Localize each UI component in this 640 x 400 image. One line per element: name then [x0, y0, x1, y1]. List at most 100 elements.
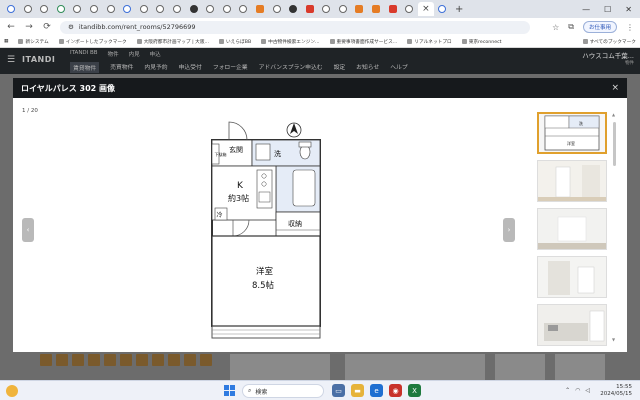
- edge-browser-icon[interactable]: e: [370, 384, 383, 397]
- system-tray: ⌃ ◠ ◁: [565, 387, 590, 394]
- forward-arrow-icon[interactable]: →: [24, 22, 34, 32]
- bookmark-item[interactable]: 中古物件検索エンジン...: [261, 39, 320, 45]
- task-view-icon[interactable]: ▭: [332, 384, 345, 397]
- browser-tab[interactable]: [235, 2, 251, 16]
- top-menu-item[interactable]: 申込: [150, 50, 161, 58]
- browser-tab[interactable]: [434, 2, 450, 16]
- browser-tab[interactable]: [385, 2, 401, 16]
- back-arrow-icon[interactable]: ←: [6, 22, 16, 32]
- browser-tab[interactable]: [136, 2, 152, 16]
- apps-grid-icon[interactable]: ▦: [4, 39, 8, 44]
- thumbnail-photo[interactable]: [537, 256, 607, 298]
- browser-tab[interactable]: [219, 2, 235, 16]
- hamburger-icon[interactable]: ☰: [7, 55, 15, 65]
- thumbnail-photo[interactable]: [537, 160, 607, 202]
- start-button[interactable]: [224, 385, 235, 396]
- browser-tab[interactable]: [20, 2, 36, 16]
- browser-tab[interactable]: [368, 2, 384, 16]
- bookmark-item[interactable]: 重要事項書面作成サービス...: [329, 39, 397, 45]
- bookmark-star-icon[interactable]: ☆: [552, 23, 559, 32]
- nav-item[interactable]: 売買物件: [110, 62, 133, 73]
- browser-tab[interactable]: [186, 2, 202, 16]
- browser-tab[interactable]: [335, 2, 351, 16]
- nav-item[interactable]: 申込受付: [179, 62, 202, 73]
- next-image-button[interactable]: ›: [503, 218, 515, 242]
- browser-tab[interactable]: [53, 2, 69, 16]
- top-menu-item[interactable]: 内見: [129, 50, 140, 58]
- browser-tab[interactable]: [252, 2, 268, 16]
- browser-tab[interactable]: [152, 2, 168, 16]
- bookmark-item[interactable]: 東京reconnect: [461, 39, 502, 45]
- close-window-icon[interactable]: ✕: [625, 5, 632, 14]
- browser-tab[interactable]: [86, 2, 102, 16]
- taskbar-search[interactable]: ⌕ 検索: [242, 384, 324, 398]
- file-explorer-icon[interactable]: ▬: [351, 384, 364, 397]
- menu-dots-icon[interactable]: ⋮: [626, 23, 634, 32]
- volume-icon[interactable]: ◁: [585, 387, 590, 394]
- excel-icon[interactable]: X: [408, 384, 421, 397]
- reload-icon[interactable]: ⟳: [42, 22, 52, 32]
- modal-title: ロイヤルパレス 302 画像: [21, 83, 116, 93]
- browser-tab[interactable]: [285, 2, 301, 16]
- nav-item[interactable]: お知らせ: [356, 62, 379, 73]
- thumbnail-floorplan[interactable]: 洗 洋室: [537, 112, 607, 154]
- maximize-icon[interactable]: ☐: [604, 5, 611, 14]
- image-viewer-modal: ロイヤルパレス 302 画像 × 1 / 20 ‹ › 下駄箱 玄関 洗 K 約…: [13, 78, 627, 352]
- new-tab-button[interactable]: +: [455, 4, 463, 15]
- top-menu-item[interactable]: ITANDI BB: [70, 50, 98, 58]
- user-menu[interactable]: ハウスコム千葉... 物件: [582, 52, 634, 68]
- bookmark-item[interactable]: インポートしたブックマーク: [58, 39, 127, 45]
- scrollbar-thumb[interactable]: [613, 122, 616, 166]
- image-counter: 1 / 20: [22, 108, 38, 114]
- browser-tab[interactable]: [103, 2, 119, 16]
- browser-tab[interactable]: [401, 2, 417, 16]
- browser-tab[interactable]: [318, 2, 334, 16]
- site-info-icon[interactable]: ⚙: [68, 23, 74, 31]
- scroll-down-icon[interactable]: ▼: [612, 337, 615, 342]
- thumbnail-photo[interactable]: [537, 208, 607, 250]
- browser-tab[interactable]: [202, 2, 218, 16]
- close-icon[interactable]: ×: [611, 83, 619, 93]
- site-main-nav: 賃貸物件 売買物件 内見予約 申込受付 フォロー企業 アドバンスプラン申込む 設…: [70, 62, 408, 73]
- all-bookmarks-button[interactable]: すべてのブックマーク: [582, 39, 636, 45]
- chevron-right-icon: ›: [507, 226, 511, 234]
- wifi-icon[interactable]: ◠: [575, 387, 580, 394]
- extensions-icon[interactable]: ⧉: [568, 22, 574, 32]
- nav-item[interactable]: 賃貸物件: [70, 62, 100, 73]
- prev-image-button[interactable]: ‹: [22, 218, 34, 242]
- bookmark-item[interactable]: リアルネットプロ: [407, 39, 452, 45]
- browser-tab[interactable]: [351, 2, 367, 16]
- site-logo[interactable]: ITANDI: [22, 55, 55, 64]
- browser-tab[interactable]: [169, 2, 185, 16]
- bookmark-item[interactable]: 新システム: [18, 39, 49, 45]
- bookmark-item[interactable]: いえらぼBB: [218, 39, 251, 45]
- top-menu-item[interactable]: 物件: [108, 50, 119, 58]
- url-field[interactable]: ⚙ itandibb.com/rent_rooms/52796699: [60, 20, 530, 34]
- bookmark-item[interactable]: 大阪府都市計画マップ | 大阪...: [136, 39, 209, 45]
- nav-item[interactable]: アドバンスプラン申込む: [259, 62, 323, 73]
- browser-tab[interactable]: [302, 2, 318, 16]
- browser-tab[interactable]: ×: [417, 2, 434, 16]
- minimize-icon[interactable]: —: [582, 5, 590, 14]
- chevron-up-icon[interactable]: ⌃: [565, 387, 570, 394]
- thumbnail-photo[interactable]: [537, 304, 607, 346]
- shoe-cabinet-label: 下駄箱: [215, 151, 227, 157]
- chrome-browser-icon[interactable]: ◉: [389, 384, 402, 397]
- clock-time: 15:55: [616, 384, 632, 390]
- scroll-up-icon[interactable]: ▲: [612, 112, 615, 117]
- browser-tab[interactable]: [69, 2, 85, 16]
- browser-tab[interactable]: [36, 2, 52, 16]
- nav-item[interactable]: 内見予約: [144, 62, 167, 73]
- nav-item[interactable]: 設定: [334, 62, 346, 73]
- kitchen-counter: [256, 169, 273, 209]
- browser-tab[interactable]: [3, 2, 19, 16]
- nav-item[interactable]: ヘルプ: [390, 62, 407, 73]
- profile-button[interactable]: お仕事用: [582, 21, 617, 33]
- nav-item[interactable]: フォロー企業: [213, 62, 248, 73]
- weather-icon[interactable]: [6, 385, 18, 397]
- browser-tab[interactable]: [119, 2, 135, 16]
- taskbar-clock[interactable]: 15:55 2024/05/15: [600, 384, 632, 398]
- address-bar-row: ← → ⟳ ⚙ itandibb.com/rent_rooms/52796699…: [0, 18, 640, 36]
- browser-tab[interactable]: [269, 2, 285, 16]
- thumbnail-scrollbar[interactable]: ▲ ▼: [612, 112, 617, 342]
